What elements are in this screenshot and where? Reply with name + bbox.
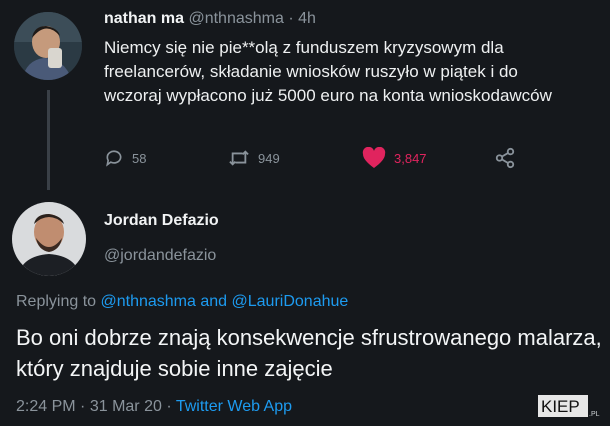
separator-dot: ·	[288, 10, 294, 27]
first-tweet-header: nathan ma @nthnashma · 4h	[104, 10, 316, 28]
separator-dot: ·	[166, 398, 172, 415]
like-count: 3,847	[394, 150, 427, 166]
author-name[interactable]: nathan ma	[104, 10, 184, 27]
share-icon	[494, 147, 516, 169]
mention-link[interactable]: @LauriDonahue	[232, 293, 349, 310]
retweet-button[interactable]: 949	[228, 146, 280, 170]
retweet-count: 949	[258, 150, 280, 166]
tweet-actions: 58 949 3,847	[104, 146, 534, 170]
reply-button[interactable]: 58	[104, 146, 146, 170]
author-handle[interactable]: @nthnashma	[188, 10, 283, 27]
kiep-watermark-logo: KIEP .PL	[538, 394, 600, 418]
reply-count: 58	[132, 150, 147, 166]
tweet-time[interactable]: 2:24 PM	[16, 398, 76, 415]
like-button[interactable]: 3,847	[362, 146, 427, 170]
reply-icon	[104, 148, 124, 168]
replying-to-label: Replying to	[16, 293, 97, 310]
avatar[interactable]	[12, 202, 86, 276]
replying-to-line: Replying to @nthnashma and @LauriDonahue	[16, 293, 348, 311]
reply-tweet-text: Bo oni dobrze znają konsekwencje sfrustr…	[16, 325, 602, 381]
thread-connector-line	[47, 90, 50, 190]
tweet-screenshot: nathan ma @nthnashma · 4h Niemcy się nie…	[0, 0, 610, 426]
replying-and: and	[200, 293, 228, 310]
tweet-meta: 2:24 PM · 31 Mar 20 · Twitter Web App	[16, 398, 292, 416]
mention-link[interactable]: @nthnashma	[101, 293, 196, 310]
svg-text:.PL: .PL	[589, 411, 600, 418]
first-tweet-text: Niemcy się nie pie**olą z funduszem kryz…	[104, 38, 552, 105]
share-button[interactable]	[494, 146, 516, 170]
svg-text:KIEP: KIEP	[541, 397, 580, 416]
retweet-icon	[228, 148, 250, 168]
reply-author-handle[interactable]: @jordandefazio	[104, 247, 216, 265]
tweet-date[interactable]: 31 Mar 20	[90, 398, 162, 415]
separator-dot: ·	[80, 398, 86, 415]
heart-icon	[362, 147, 386, 169]
reply-author-name[interactable]: Jordan Defazio	[104, 212, 219, 230]
avatar[interactable]	[14, 12, 82, 80]
source-app-link[interactable]: Twitter Web App	[176, 398, 292, 415]
tweet-time[interactable]: 4h	[298, 10, 316, 27]
